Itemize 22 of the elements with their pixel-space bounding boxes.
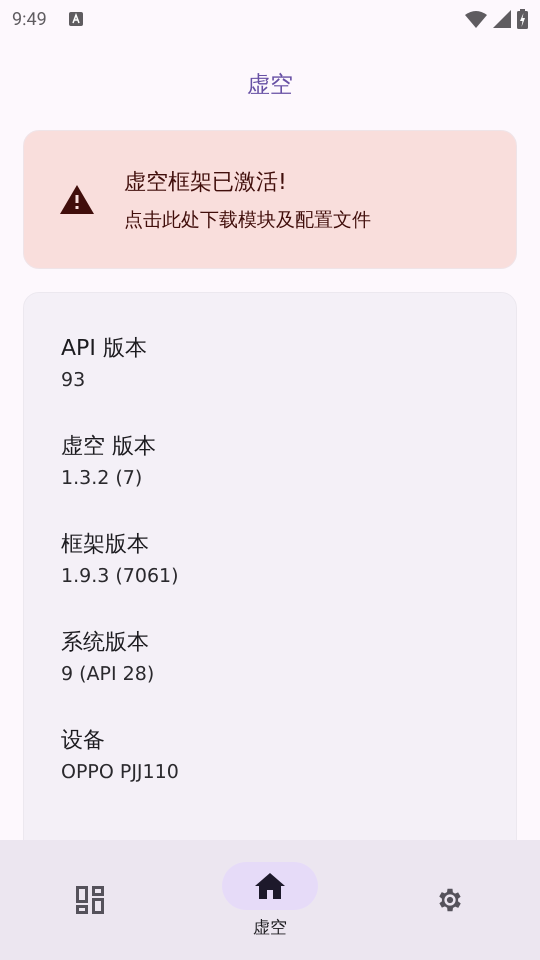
home-icon bbox=[255, 872, 285, 898]
keyboard-notification-icon bbox=[68, 12, 83, 26]
info-value: 1.9.3 (7061) bbox=[61, 565, 180, 587]
info-value: OPPO PJJ110 bbox=[61, 761, 180, 783]
warning-icon bbox=[60, 185, 94, 214]
warning-banner[interactable]: 虚空框架已激活! 点击此处下载模块及配置文件 bbox=[23, 130, 517, 269]
status-time: 9:49 bbox=[12, 8, 47, 30]
info-label: API 版本 bbox=[61, 335, 148, 363]
info-value: 9 (API 28) bbox=[61, 663, 156, 685]
banner-subtitle: 点击此处下载模块及配置文件 bbox=[124, 208, 371, 232]
info-label: 框架版本 bbox=[61, 531, 150, 559]
banner-title: 虚空框架已激活! bbox=[124, 168, 288, 196]
info-value: 93 bbox=[61, 369, 86, 391]
battery-charging-icon bbox=[517, 9, 528, 29]
wifi-icon bbox=[465, 10, 487, 28]
info-label: 设备 bbox=[61, 727, 106, 755]
info-label: 系统版本 bbox=[61, 629, 150, 657]
signal-icon bbox=[493, 10, 511, 28]
info-value: 1.3.2 (7) bbox=[61, 467, 144, 489]
dashboard-icon bbox=[76, 886, 104, 914]
info-label: 虚空 版本 bbox=[61, 433, 157, 461]
app-title: 虚空 bbox=[247, 70, 293, 100]
